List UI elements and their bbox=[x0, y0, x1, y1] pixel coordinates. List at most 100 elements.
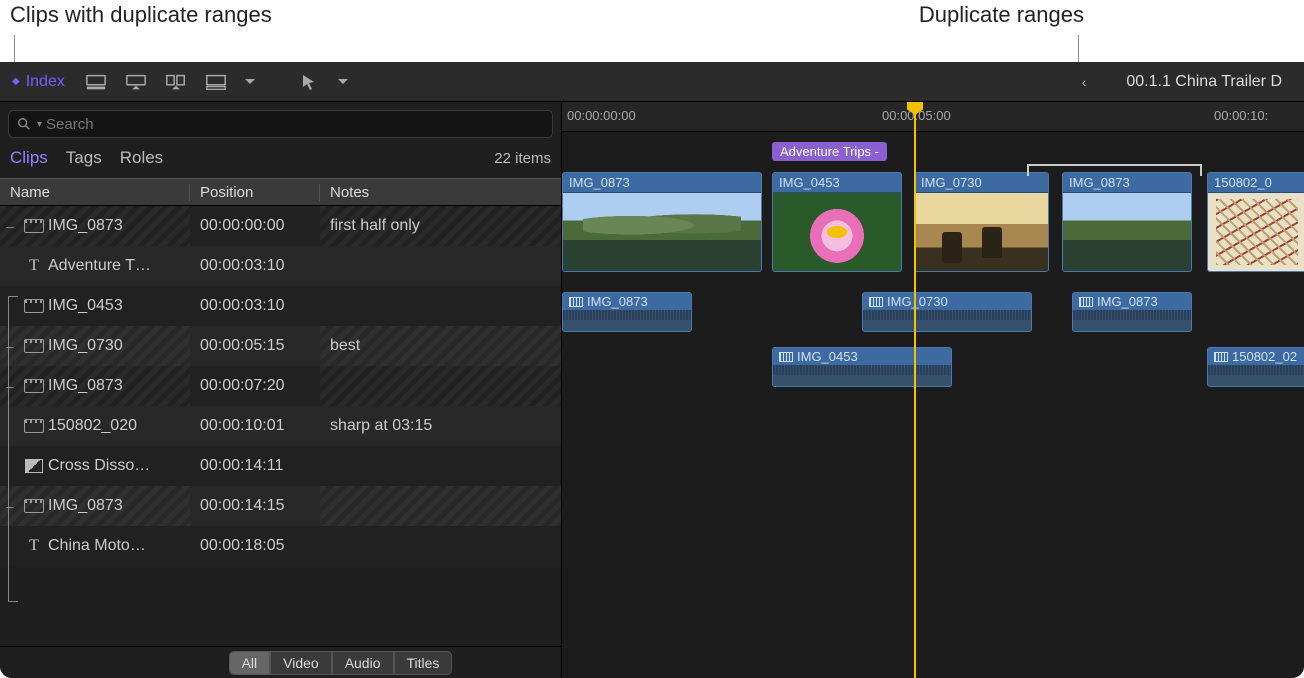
clip-thumbnail bbox=[1208, 193, 1304, 271]
video-clip[interactable]: IMG_0873 bbox=[562, 172, 762, 272]
film-icon bbox=[1214, 352, 1228, 362]
filter-video[interactable]: Video bbox=[270, 651, 332, 675]
table-body: – IMG_087300:00:00:00first half onlyTAdve… bbox=[0, 206, 561, 646]
index-panel: ▾ Clips Tags Roles 22 items Name Positio… bbox=[0, 102, 562, 678]
audio-clip[interactable]: IMG_0453 bbox=[772, 347, 952, 387]
tab-roles[interactable]: Roles bbox=[120, 148, 163, 168]
marker-adventure[interactable]: Adventure Trips - bbox=[772, 142, 887, 161]
clip-icon bbox=[24, 419, 44, 433]
row-notes: first half only bbox=[320, 206, 561, 246]
filter-all[interactable]: All bbox=[229, 651, 271, 675]
duplicate-tick-icon: – bbox=[0, 378, 20, 394]
clip-label: IMG_0873 bbox=[1063, 173, 1191, 193]
clip-label: 150802_0 bbox=[1208, 173, 1304, 193]
select-tool-icon[interactable] bbox=[298, 73, 320, 91]
transition-icon bbox=[25, 459, 43, 473]
chevron-down-icon[interactable] bbox=[245, 79, 255, 85]
table-row[interactable]: – IMG_087300:00:00:00first half only bbox=[0, 206, 561, 246]
audio-clip[interactable]: IMG_0730 bbox=[862, 292, 1032, 332]
table-row[interactable]: –IMG_087300:00:14:15 bbox=[0, 486, 561, 526]
table-row[interactable]: –IMG_073000:00:05:15best bbox=[0, 326, 561, 366]
title-icon: T bbox=[29, 257, 39, 275]
col-position[interactable]: Position bbox=[190, 184, 320, 201]
video-clip[interactable]: IMG_0873 bbox=[1062, 172, 1192, 272]
video-clip[interactable]: IMG_0453 bbox=[772, 172, 902, 272]
filter-titles[interactable]: Titles bbox=[394, 651, 453, 675]
search-field[interactable]: ▾ bbox=[8, 110, 553, 138]
row-position: 00:00:00:00 bbox=[190, 217, 320, 235]
col-notes[interactable]: Notes bbox=[320, 184, 561, 201]
chevron-down-icon[interactable]: ▾ bbox=[37, 119, 42, 130]
clip-label: IMG_0453 bbox=[773, 348, 951, 365]
filter-audio[interactable]: Audio bbox=[332, 651, 394, 675]
waveform bbox=[773, 365, 951, 385]
toolbar: ◆ Index ‹ 00.1.1 China Trailer D bbox=[0, 62, 1304, 102]
item-count: 22 items bbox=[494, 150, 551, 167]
clip-label: 150802_02 bbox=[1208, 348, 1304, 365]
ruler-tick: 00:00:00:00 bbox=[567, 108, 636, 123]
row-position: 00:00:10:01 bbox=[190, 417, 320, 435]
clip-thumbnail bbox=[563, 193, 761, 271]
audio-clip[interactable]: IMG_0873 bbox=[1072, 292, 1192, 332]
callout-line-right bbox=[1078, 35, 1079, 62]
timeline-back-button[interactable]: ‹ bbox=[1082, 74, 1107, 90]
ruler[interactable]: 00:00:00:0000:00:05:0000:00:10: bbox=[562, 102, 1304, 132]
duplicate-tick-icon: – bbox=[0, 498, 20, 514]
video-clip[interactable]: 150802_0 bbox=[1207, 172, 1304, 272]
row-notes bbox=[320, 246, 561, 286]
row-name: IMG_0873 bbox=[48, 217, 188, 235]
waveform bbox=[863, 310, 1031, 330]
table-row[interactable]: IMG_045300:00:03:10 bbox=[0, 286, 561, 326]
row-position: 00:00:18:05 bbox=[190, 537, 320, 555]
project-title: 00.1.1 China Trailer D bbox=[1126, 73, 1282, 91]
row-name: Cross Disso… bbox=[48, 457, 188, 475]
ruler-tick: 00:00:10: bbox=[1214, 108, 1268, 123]
search-icon bbox=[17, 117, 31, 131]
tab-clips[interactable]: Clips bbox=[10, 148, 48, 168]
clip-label: IMG_0453 bbox=[773, 173, 901, 193]
chevron-down-icon[interactable] bbox=[338, 79, 348, 85]
table-row[interactable]: –IMG_087300:00:07:20 bbox=[0, 366, 561, 406]
row-notes bbox=[320, 446, 561, 486]
film-icon bbox=[1079, 297, 1093, 307]
search-input[interactable] bbox=[46, 116, 544, 133]
connect-clip-icon[interactable] bbox=[85, 73, 107, 91]
clip-thumbnail bbox=[915, 193, 1048, 271]
tracks: Adventure Trips - IMG_0873 IMG_0453 IMG_07… bbox=[562, 132, 1304, 678]
table-row[interactable]: TAdventure T…00:00:03:10 bbox=[0, 246, 561, 286]
clip-label: IMG_0873 bbox=[563, 173, 761, 193]
clip-label: IMG_0873 bbox=[563, 293, 691, 310]
tab-tags[interactable]: Tags bbox=[66, 148, 102, 168]
filter-bar: All Video Audio Titles bbox=[0, 646, 561, 678]
waveform bbox=[563, 310, 691, 330]
video-track: IMG_0873 IMG_0453 IMG_0730 IMG_0873 150802_0 bbox=[562, 172, 1304, 274]
film-icon bbox=[569, 297, 583, 307]
table-row[interactable]: Cross Disso…00:00:14:11 bbox=[0, 446, 561, 486]
table-row[interactable]: 150802_02000:00:10:01sharp at 03:15 bbox=[0, 406, 561, 446]
table-row[interactable]: TChina Moto…00:00:18:05 bbox=[0, 526, 561, 566]
index-button[interactable]: ◆ Index bbox=[12, 73, 65, 91]
row-position: 00:00:03:10 bbox=[190, 257, 320, 275]
toolbar-icons bbox=[85, 73, 348, 91]
clip-icon bbox=[24, 339, 44, 353]
video-clip[interactable]: IMG_0730 bbox=[914, 172, 1049, 272]
insert-clip-icon[interactable] bbox=[125, 73, 147, 91]
duplicate-tick-icon: – bbox=[0, 218, 20, 234]
index-tabs: Clips Tags Roles 22 items bbox=[0, 144, 561, 178]
clip-label: IMG_0730 bbox=[915, 173, 1048, 193]
audio-clip[interactable]: IMG_0873 bbox=[562, 292, 692, 332]
timeline[interactable]: 00:00:00:0000:00:05:0000:00:10: Adventur… bbox=[562, 102, 1304, 678]
row-notes bbox=[320, 526, 561, 566]
clip-thumbnail bbox=[773, 193, 901, 271]
row-name: IMG_0453 bbox=[48, 297, 188, 315]
append-clip-icon[interactable] bbox=[165, 73, 187, 91]
callout-line-left bbox=[14, 35, 15, 62]
audio-clip[interactable]: 150802_02 bbox=[1207, 347, 1304, 387]
overwrite-clip-icon[interactable] bbox=[205, 73, 227, 91]
row-name: IMG_0730 bbox=[48, 337, 188, 355]
index-label: Index bbox=[26, 73, 65, 91]
row-position: 00:00:07:20 bbox=[190, 377, 320, 395]
row-position: 00:00:14:15 bbox=[190, 497, 320, 515]
table-header: Name Position Notes bbox=[0, 178, 561, 206]
col-name[interactable]: Name bbox=[0, 184, 190, 201]
